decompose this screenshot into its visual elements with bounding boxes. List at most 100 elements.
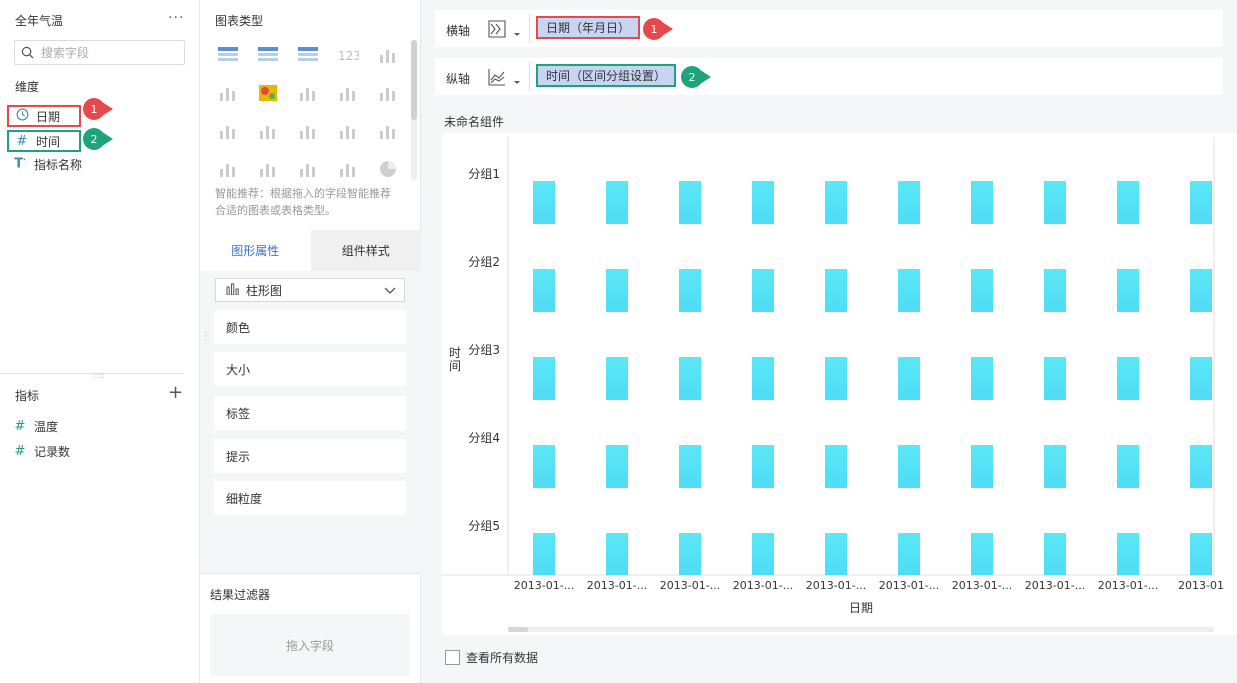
- see-all-data-checkbox[interactable]: 查看所有数据: [445, 649, 538, 666]
- dimension-field-time[interactable]: # 时间: [7, 130, 81, 152]
- drag-handle-icon[interactable]: ⋮: [201, 332, 211, 348]
- bar: [825, 533, 847, 575]
- tab-graphic-attributes[interactable]: 图形属性: [200, 230, 311, 271]
- field-label: 记录数: [34, 444, 71, 459]
- x-tick-label: 2013-01-...: [879, 579, 939, 592]
- filter-title: 结果过滤器: [210, 588, 271, 602]
- bar: [679, 357, 701, 400]
- chart-editor: 横轴 日期（年月日） 1 纵轴 时间（区间分组设置） 2 未命名组件 分组1 分组…: [421, 0, 1237, 683]
- multi-bar-icon[interactable]: [255, 158, 281, 180]
- property-body: 柱形图 颜色 大小 标签 提示 细粒度: [200, 271, 421, 573]
- callout-2: 2: [83, 128, 113, 150]
- line-icon[interactable]: [295, 120, 321, 142]
- bar: [679, 269, 701, 312]
- table-icon[interactable]: [215, 44, 241, 66]
- chart-type-title: 图表类型: [215, 14, 264, 28]
- metric-field-temperature[interactable]: # 温度: [13, 415, 58, 437]
- search-icon: [21, 46, 34, 59]
- prop-label[interactable]: 标签: [214, 396, 406, 430]
- bar: [1117, 533, 1139, 575]
- filter-drop-zone[interactable]: 拖入字段: [210, 614, 410, 676]
- bar: [898, 533, 920, 575]
- column-chart-icon[interactable]: [375, 82, 401, 104]
- dot-icon[interactable]: [295, 158, 321, 180]
- x-axis-field-pill[interactable]: 日期（年月日）: [536, 16, 641, 39]
- y-tick-label: 分组5: [468, 519, 500, 533]
- bar: [606, 445, 628, 488]
- dataset-title: 全年气温: [15, 14, 64, 28]
- radar-icon[interactable]: [375, 120, 401, 142]
- bar: [533, 269, 555, 312]
- chart-config-panel: 图表类型 123 智能推荐：根据拖入的字段智能推荐合适的图表或表格类型。 图形属…: [200, 0, 421, 683]
- heatmap-icon[interactable]: [255, 82, 281, 104]
- x-axis-label: 横轴: [446, 24, 471, 38]
- chart-area: 分组1 分组2 分组3 分组4 分组5 2013-01-... 2013-01-... 201…: [442, 133, 1237, 635]
- radar-line-icon[interactable]: [335, 120, 361, 142]
- dimension-field-date[interactable]: 日期: [7, 105, 81, 127]
- callout-1: 1: [83, 98, 113, 120]
- bar: [1044, 357, 1066, 400]
- bar: [1190, 445, 1212, 488]
- dimension-field-metric-name[interactable]: T· 指标名称: [13, 153, 82, 175]
- y-axis-bar: 纵轴 时间（区间分组设置） 2: [435, 58, 1223, 95]
- result-filter-section: 结果过滤器 拖入字段: [200, 573, 421, 683]
- horizontal-bar-icon[interactable]: [215, 120, 241, 142]
- bar: [533, 533, 555, 575]
- chevron-down-icon: [384, 285, 396, 299]
- field-panel: 全年气温 ··· 维度 日期 1 # 时间 2 T· 指标名称 :::: 指标 …: [0, 0, 200, 683]
- pie-icon[interactable]: [375, 158, 401, 180]
- bar: [825, 357, 847, 400]
- scrollbar-thumb: [508, 627, 528, 632]
- bar: [1044, 445, 1066, 488]
- x-tick-label: 2013-01-...: [952, 579, 1012, 592]
- detail-table-icon[interactable]: [295, 44, 321, 66]
- prop-tooltip[interactable]: 提示: [214, 439, 406, 473]
- y-tick-label: 分组4: [468, 431, 500, 445]
- bar: [752, 269, 774, 312]
- field-label: 时间: [36, 134, 61, 149]
- prop-size[interactable]: 大小: [214, 352, 406, 386]
- search-box[interactable]: [14, 40, 185, 65]
- y-axis-title: 时: [449, 346, 461, 360]
- bar: [825, 445, 847, 488]
- prop-color[interactable]: 颜色: [214, 310, 406, 344]
- bar: [679, 445, 701, 488]
- bar: [1190, 269, 1212, 312]
- bar: [1117, 445, 1139, 488]
- metric-field-record-count[interactable]: # 记录数: [13, 440, 70, 462]
- bar: [971, 181, 993, 224]
- chart-type-grid: 123: [213, 40, 408, 180]
- bar: [971, 357, 993, 400]
- bar: [752, 533, 774, 575]
- bar: [1190, 357, 1212, 400]
- component-title: 未命名组件: [444, 115, 505, 129]
- add-metric-icon[interactable]: +: [168, 382, 183, 403]
- scatter-icon[interactable]: [255, 120, 281, 142]
- crosstable-icon[interactable]: [255, 44, 281, 66]
- bar: [1117, 181, 1139, 224]
- chart-type-scrollbar[interactable]: [411, 40, 417, 180]
- field-label: 指标名称: [34, 157, 83, 172]
- list-icon[interactable]: [375, 44, 401, 66]
- axis-type-icon[interactable]: [487, 67, 523, 90]
- stacked-bar-icon[interactable]: [295, 82, 321, 104]
- chart-type-select[interactable]: 柱形图: [215, 278, 405, 302]
- y-axis-field-pill[interactable]: 时间（区间分组设置）: [536, 64, 677, 87]
- y-axis-title: 间: [449, 359, 461, 373]
- area-icon[interactable]: [215, 158, 241, 180]
- search-input[interactable]: [41, 44, 181, 62]
- y-tick-label: 分组1: [468, 167, 500, 181]
- checkbox-icon[interactable]: [445, 650, 460, 665]
- axis-type-icon[interactable]: [487, 19, 523, 42]
- grouped-table-icon[interactable]: [215, 82, 241, 104]
- bar: [825, 181, 847, 224]
- tab-component-style[interactable]: 组件样式: [310, 230, 421, 271]
- kpi-icon[interactable]: 123: [335, 44, 361, 66]
- callout-2: 2: [681, 66, 711, 88]
- more-icon[interactable]: ···: [168, 10, 184, 26]
- resize-handle-icon[interactable]: ::::: [93, 372, 105, 380]
- bubble-icon[interactable]: [335, 158, 361, 180]
- bar-chart-icon[interactable]: [335, 82, 361, 104]
- prop-granularity[interactable]: 细粒度: [214, 481, 406, 515]
- clock-icon: [15, 108, 29, 125]
